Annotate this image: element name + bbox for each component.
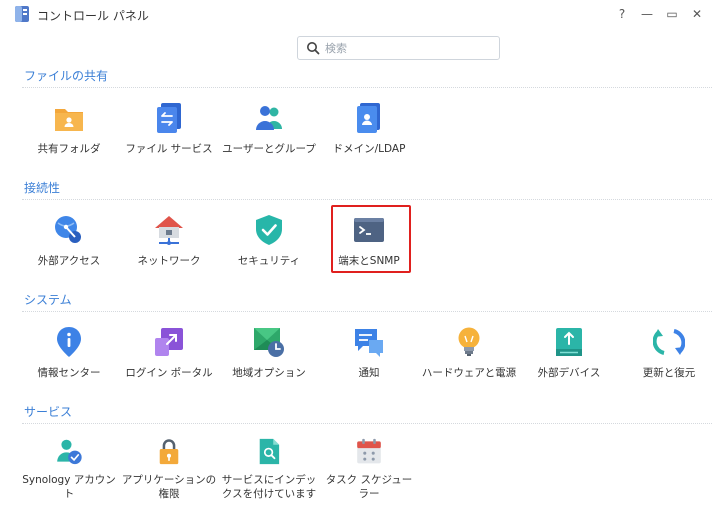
item-label: 外部アクセス (37, 255, 101, 267)
search-icon (307, 42, 320, 55)
item-label: セキュリティ (237, 255, 301, 267)
section-title-system: システム (24, 293, 72, 307)
update-restore-icon (653, 329, 685, 355)
users-groups-icon (256, 106, 282, 130)
hardware-power-icon (458, 327, 480, 356)
external-devices-icon (556, 328, 582, 356)
item-label: ユーザーとグループ (222, 143, 316, 155)
section-title-services: サービス (24, 405, 73, 419)
shared-folder-icon (55, 109, 83, 131)
section-divider (22, 423, 712, 424)
window-title: コントロール パネル (37, 9, 149, 23)
item-label: タスク スケジューラー (325, 474, 413, 500)
item-synology-account[interactable]: Synology アカウント (21, 431, 117, 501)
item-label: 情報センター (37, 367, 101, 379)
item-label: ドメイン/LDAP (332, 143, 406, 155)
domain-ldap-icon (357, 103, 380, 133)
item-label: ネットワーク (137, 255, 201, 267)
search-box[interactable] (297, 36, 500, 60)
close-button[interactable]: ✕ (687, 4, 707, 24)
item-hardware-power[interactable]: ハードウェアと電源 (421, 319, 517, 389)
network-icon (155, 216, 183, 245)
item-users-groups[interactable]: ユーザーとグループ (221, 95, 317, 165)
item-file-services[interactable]: ファイル サービス (121, 95, 217, 165)
regional-options-icon (254, 328, 284, 357)
synology-account-icon (57, 439, 82, 465)
highlight-box (331, 205, 411, 273)
item-label: 外部デバイス (537, 367, 601, 379)
notification-icon (355, 329, 383, 357)
item-label: ログイン ポータル (125, 367, 213, 379)
item-label: ファイル サービス (125, 143, 213, 155)
item-regional-options[interactable]: 地域オプション (221, 319, 317, 389)
info-center-icon (57, 327, 81, 357)
section-title-connectivity: 接続性 (24, 181, 61, 195)
section-divider (22, 311, 712, 312)
item-info-center[interactable]: 情報センター (21, 319, 117, 389)
item-label: Synology アカウント (22, 474, 116, 500)
section-title-file-sharing: ファイルの共有 (24, 69, 109, 83)
minimize-button[interactable]: — (637, 4, 657, 24)
item-label: 更新と復元 (642, 367, 696, 379)
file-services-icon (157, 103, 181, 133)
item-security[interactable]: セキュリティ (221, 207, 317, 277)
maximize-button[interactable]: ▭ (662, 4, 682, 24)
indexing-service-icon (259, 438, 280, 465)
item-app-privileges[interactable]: アプリケーションの権限 (121, 431, 217, 501)
control-panel-app-icon (15, 6, 29, 22)
item-external-access[interactable]: 外部アクセス (21, 207, 117, 277)
item-label: 地域オプション (232, 367, 306, 379)
search-input[interactable] (325, 41, 485, 55)
item-label: 共有フォルダ (37, 143, 101, 155)
item-login-portal[interactable]: ログイン ポータル (121, 319, 217, 389)
item-label: サービスにインデックスを付けています (221, 474, 317, 500)
item-notification[interactable]: 通知 (321, 319, 417, 389)
section-divider (22, 87, 712, 88)
title-bar: コントロール パネル ? — ▭ ✕ (0, 0, 720, 28)
item-label: アプリケーションの権限 (121, 474, 217, 500)
help-button[interactable]: ? (612, 4, 632, 24)
app-privileges-icon (159, 439, 179, 465)
item-label: 通知 (358, 367, 380, 379)
item-network[interactable]: ネットワーク (121, 207, 217, 277)
security-shield-icon (256, 215, 282, 245)
section-divider (22, 199, 712, 200)
item-external-devices[interactable]: 外部デバイス (521, 319, 617, 389)
item-task-scheduler[interactable]: タスク スケジューラー (321, 431, 417, 501)
item-indexing-service[interactable]: サービスにインデックスを付けています (221, 431, 317, 501)
item-domain-ldap[interactable]: ドメイン/LDAP (321, 95, 417, 165)
item-shared-folder[interactable]: 共有フォルダ (21, 95, 117, 165)
item-label: ハードウェアと電源 (421, 367, 517, 379)
item-update-restore[interactable]: 更新と復元 (621, 319, 717, 389)
login-portal-icon (155, 328, 183, 356)
task-scheduler-icon (357, 438, 381, 464)
external-access-icon (55, 216, 81, 243)
